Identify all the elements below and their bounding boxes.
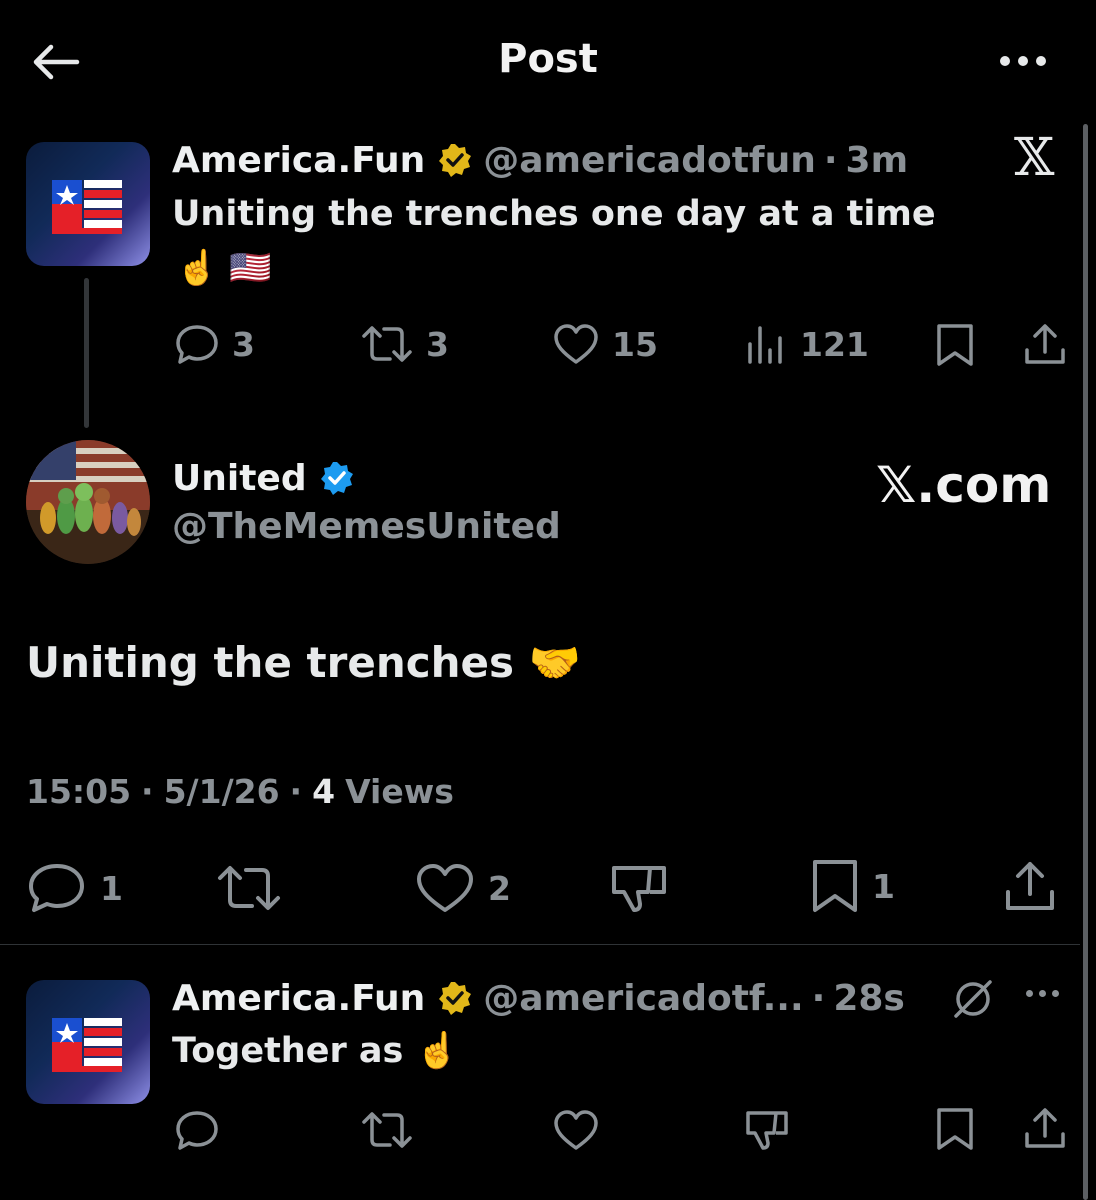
- heart-icon: [417, 864, 473, 912]
- repost-icon: [362, 326, 412, 362]
- tweet-emojis: ☝️ 🇺🇸: [176, 248, 272, 288]
- like-count: 2: [488, 868, 511, 908]
- bookmark-icon: [937, 324, 973, 366]
- america-fun-logo-icon: [52, 1018, 122, 1072]
- tweet-text: Together as ☝️: [172, 1031, 460, 1071]
- page-title: Post: [498, 36, 598, 82]
- repost-button[interactable]: [360, 1108, 414, 1152]
- verified-badge-blue-icon: [320, 462, 353, 495]
- avatar[interactable]: [26, 440, 150, 564]
- divider: [0, 944, 1080, 945]
- thumbs-down-icon: [612, 866, 666, 912]
- reply-icon: [29, 864, 84, 912]
- like-count: 15: [612, 324, 658, 364]
- handle[interactable]: @americadotfun: [483, 140, 816, 181]
- views-count: 121: [800, 324, 869, 364]
- share-button[interactable]: [1002, 858, 1058, 914]
- reply-button[interactable]: 3: [174, 322, 255, 366]
- reply-icon: [176, 1111, 218, 1150]
- separator: ·: [811, 977, 826, 1019]
- tweet-header: America.Fun @americadotf... · 28s: [172, 974, 905, 1022]
- grok-icon[interactable]: [950, 976, 996, 1026]
- views-button[interactable]: 121: [744, 322, 869, 366]
- timestamp[interactable]: 3m: [846, 140, 909, 181]
- separator: ·: [289, 772, 303, 811]
- separator: ·: [823, 139, 838, 181]
- repost-count: 3: [426, 324, 449, 364]
- tweet-header: United: [172, 454, 365, 502]
- repost-button[interactable]: 3: [360, 322, 449, 366]
- more-dot-icon: [1000, 56, 1010, 66]
- dislike-button[interactable]: [610, 862, 668, 916]
- heart-icon: [554, 324, 598, 364]
- reply-count: 3: [232, 324, 255, 364]
- views-label: Views: [345, 772, 454, 811]
- avatar[interactable]: [26, 980, 150, 1104]
- source-label: 𝕏.com: [876, 456, 1052, 514]
- repost-button[interactable]: [216, 862, 282, 914]
- share-button[interactable]: [1022, 1106, 1068, 1152]
- share-button[interactable]: [1022, 322, 1068, 368]
- views-count[interactable]: 4: [312, 772, 335, 811]
- bookmark-button[interactable]: [934, 1106, 976, 1152]
- thumbs-down-icon: [746, 1111, 788, 1150]
- x-logo-icon: 𝕏: [1014, 128, 1055, 188]
- tweet-header: America.Fun @americadotfun · 3m: [172, 136, 908, 184]
- bookmark-button[interactable]: 1: [810, 858, 895, 914]
- america-fun-logo-icon: [52, 180, 122, 234]
- repost-icon: [218, 866, 280, 910]
- top-bar: Post: [0, 0, 1096, 122]
- grok-icon: [954, 980, 992, 1018]
- bookmark-icon: [937, 1108, 973, 1150]
- reply-button[interactable]: 1: [26, 862, 123, 914]
- views-chart-icon: [748, 326, 782, 364]
- bookmark-icon: [813, 860, 857, 912]
- verified-badge-gold-icon: [439, 144, 472, 177]
- share-icon: [1025, 1108, 1065, 1148]
- more-dot-icon: [1026, 990, 1033, 997]
- reply-button[interactable]: [174, 1108, 220, 1152]
- thread-connector: [84, 278, 89, 428]
- display-name[interactable]: United: [172, 458, 307, 499]
- tweet-text: Uniting the trenches one day at a time: [172, 194, 936, 234]
- tweet-time[interactable]: 15:05: [26, 772, 131, 811]
- united-characters-avatar-icon: [26, 440, 150, 564]
- bookmark-button[interactable]: [934, 322, 976, 368]
- tweet-text: Uniting the trenches 🤝: [26, 638, 581, 687]
- bookmark-count: 1: [872, 866, 895, 906]
- reply-count: 1: [100, 868, 123, 908]
- post-screen: Post America.Fun @americadotfun · 3m 𝕏 U…: [0, 0, 1096, 1200]
- tweet-date[interactable]: 5/1/26: [164, 772, 280, 811]
- handle[interactable]: @TheMemesUnited: [172, 506, 561, 547]
- more-dot-icon: [1036, 56, 1046, 66]
- more-dot-icon: [1052, 990, 1059, 997]
- more-options-button[interactable]: [990, 46, 1056, 76]
- separator: ·: [141, 772, 154, 811]
- heart-icon: [554, 1110, 598, 1150]
- avatar[interactable]: [26, 142, 150, 266]
- like-button[interactable]: [552, 1108, 600, 1152]
- handle[interactable]: @americadotf...: [483, 978, 803, 1019]
- tweet-meta: 15:05 · 5/1/26 · 4 Views: [26, 772, 454, 811]
- reply-icon: [176, 325, 218, 364]
- like-button[interactable]: 2: [414, 862, 511, 914]
- more-dot-icon: [1039, 990, 1046, 997]
- scrollbar[interactable]: [1083, 124, 1088, 1200]
- more-dot-icon: [1018, 56, 1028, 66]
- share-icon: [1025, 324, 1065, 364]
- display-name[interactable]: America.Fun: [172, 140, 425, 181]
- dislike-button[interactable]: [744, 1108, 790, 1154]
- more-options-button[interactable]: [1026, 990, 1059, 997]
- display-name[interactable]: America.Fun: [172, 978, 425, 1019]
- like-button[interactable]: 15: [552, 322, 658, 366]
- timestamp[interactable]: 28s: [833, 978, 905, 1019]
- verified-badge-gold-icon: [439, 982, 472, 1015]
- share-icon: [1006, 862, 1054, 910]
- repost-icon: [362, 1112, 412, 1148]
